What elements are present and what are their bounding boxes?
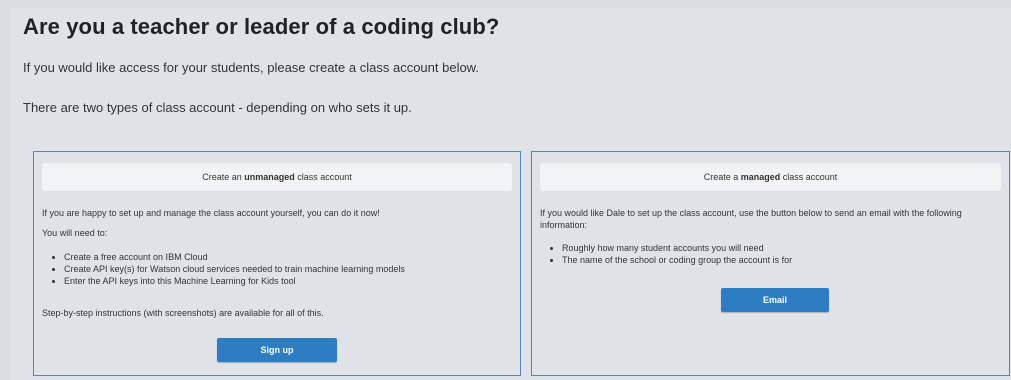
unmanaged-intro: If you are happy to set up and manage th… xyxy=(42,208,380,218)
page-title: Are you a teacher or leader of a coding … xyxy=(23,14,500,39)
list-item: Enter the API keys into this Machine Lea… xyxy=(64,275,405,287)
list-item: Roughly how many student accounts you wi… xyxy=(562,242,792,254)
unmanaged-panel-header: Create an unmanaged class account xyxy=(42,163,512,191)
managed-account-panel: Create a managed class account If you wo… xyxy=(531,151,1010,376)
account-types-text: There are two types of class account - d… xyxy=(23,100,412,115)
unmanaged-account-panel: Create an unmanaged class account If you… xyxy=(33,151,521,376)
header-bold: managed xyxy=(740,172,781,182)
header-prefix: Create a xyxy=(703,172,741,182)
email-button[interactable]: Email xyxy=(721,288,829,312)
header-prefix: Create an xyxy=(202,172,245,182)
managed-intro: If you would like Dale to set up the cla… xyxy=(540,208,962,230)
managed-info-list: Roughly how many student accounts you wi… xyxy=(540,242,792,266)
list-item: The name of the school or coding group t… xyxy=(562,254,792,266)
unmanaged-instructions-note: Step-by-step instructions (with screensh… xyxy=(42,308,324,318)
header-suffix: class account xyxy=(780,172,838,182)
header-bold: unmanaged xyxy=(244,172,295,182)
sign-up-button[interactable]: Sign up xyxy=(217,338,337,362)
unmanaged-need-label: You will need to: xyxy=(42,228,108,238)
managed-panel-header: Create a managed class account xyxy=(540,163,1001,191)
list-item: Create API key(s) for Watson cloud servi… xyxy=(64,263,405,275)
page: Are you a teacher or leader of a coding … xyxy=(0,0,1011,380)
list-item: Create a free account on IBM Cloud xyxy=(64,251,405,263)
main-content: Are you a teacher or leader of a coding … xyxy=(10,8,1011,380)
intro-text: If you would like access for your studen… xyxy=(23,60,479,75)
unmanaged-steps-list: Create a free account on IBM Cloud Creat… xyxy=(42,251,405,287)
header-suffix: class account xyxy=(294,172,352,182)
